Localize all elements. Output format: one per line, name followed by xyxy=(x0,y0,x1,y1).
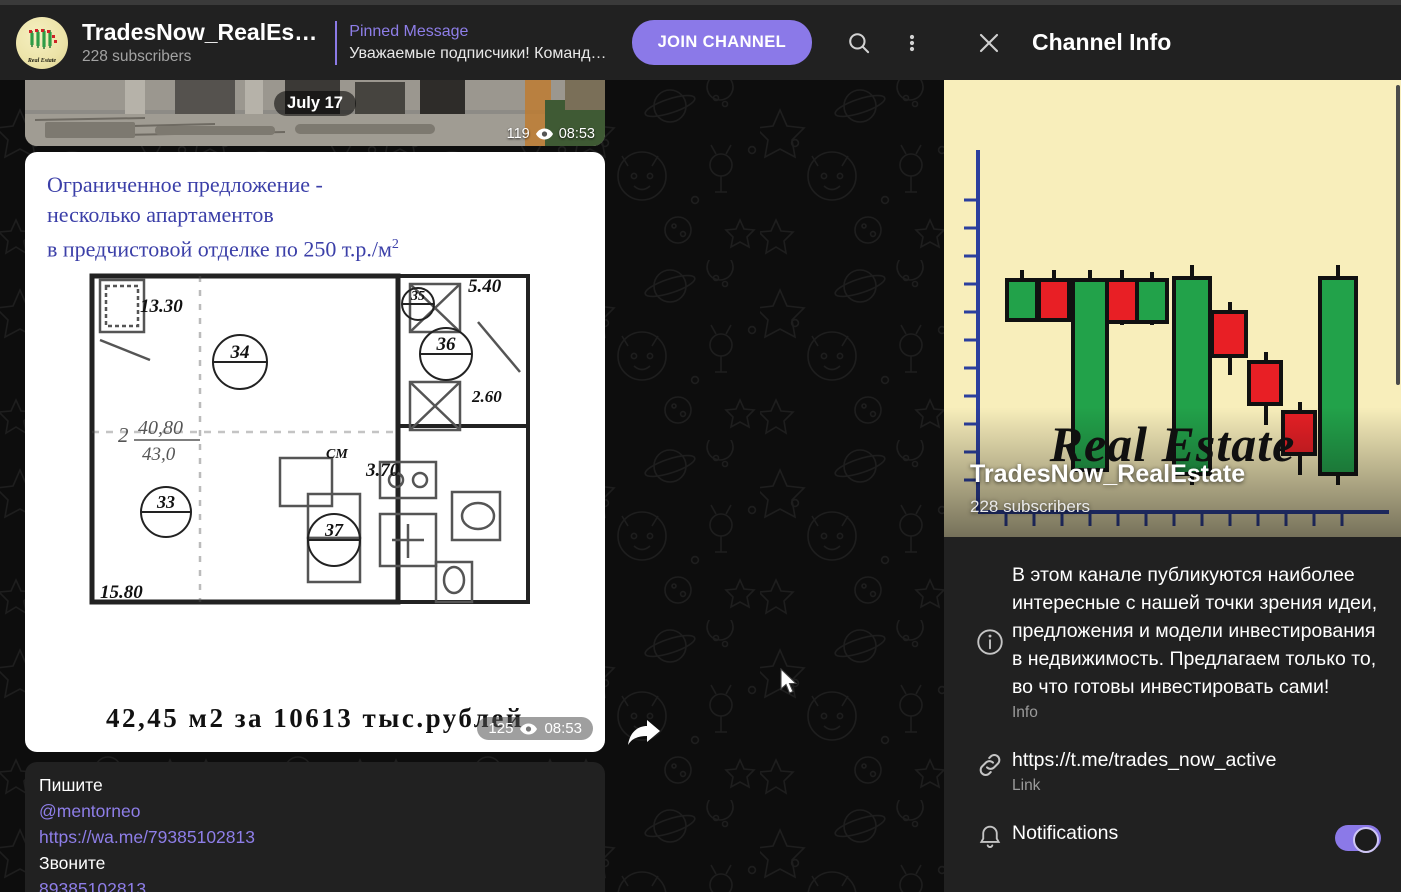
cover-channel-name: TradesNow_RealEstate xyxy=(970,460,1246,488)
mouse-cursor xyxy=(780,668,798,694)
offer-line-3: в предчистовой отделке по 250 т.р./м xyxy=(47,236,392,262)
floorplan-meta: 125 08:53 xyxy=(477,717,593,740)
eye-icon xyxy=(520,722,538,735)
link-icon xyxy=(968,746,1012,795)
view-count: 125 xyxy=(488,720,514,737)
area-bottom: 43,0 xyxy=(142,444,176,465)
more-options-icon[interactable] xyxy=(889,20,934,66)
pinned-message[interactable]: Pinned Message Уважаемые подписчики! Ком… xyxy=(335,20,614,65)
message-photo-construction[interactable]: July 17 119 08:53 xyxy=(25,80,605,146)
info-link-body: https://t.me/trades_now_active Link xyxy=(1012,746,1381,795)
info-row-about[interactable]: В этом канале публикуются наиболее интер… xyxy=(944,547,1401,732)
offer-line-2: несколько апартаментов xyxy=(47,202,274,227)
info-icon xyxy=(968,561,1012,722)
search-icon[interactable] xyxy=(836,20,881,66)
info-row-notifications[interactable]: Notifications xyxy=(944,805,1401,861)
dim-15-80: 15.80 xyxy=(100,582,143,603)
info-about-body: В этом канале публикуются наиболее интер… xyxy=(1012,561,1381,722)
forward-icon[interactable] xyxy=(622,712,666,756)
pinned-message-preview: Уважаемые подписчики! Команда … xyxy=(349,44,614,62)
dim-5-40: 5.40 xyxy=(468,276,502,297)
bell-icon xyxy=(968,819,1012,851)
message-floorplan-card[interactable]: Ограниченное предложение - несколько апа… xyxy=(25,152,605,752)
phone-link[interactable]: 89385102813 xyxy=(39,879,146,892)
join-channel-button[interactable]: JOIN CHANNEL xyxy=(631,20,813,65)
message-time: 08:53 xyxy=(558,126,595,142)
channel-description: В этом канале публикуются наиболее интер… xyxy=(1012,564,1378,698)
close-icon[interactable] xyxy=(972,26,1006,60)
channel-link[interactable]: https://t.me/trades_now_active xyxy=(1012,746,1381,774)
info-row-link[interactable]: https://t.me/trades_now_active Link xyxy=(944,732,1401,805)
info-panel-scrollbar[interactable] xyxy=(1396,85,1400,385)
room-34: 34 xyxy=(230,342,250,363)
room-33: 33 xyxy=(156,492,175,512)
message-contacts[interactable]: Пишите @mentorneo https://wa.me/79385102… xyxy=(25,762,605,892)
kitchen-mark: СМ xyxy=(326,447,348,462)
pinned-message-label: Pinned Message xyxy=(349,22,469,40)
channel-name[interactable]: TradesNow_RealEst… xyxy=(82,19,319,46)
chat-header-titles: TradesNow_RealEst… 228 subscribers xyxy=(82,19,319,67)
channel-info-panel: Channel Info TradesNow_RealEstate 228 su… xyxy=(944,5,1401,892)
chat-column: Real Estate TradesNow_RealEst… 228 subsc… xyxy=(0,5,944,892)
view-count: 119 xyxy=(506,126,530,142)
channel-info-header: Channel Info xyxy=(944,5,1401,80)
area-top: 40,80 xyxy=(138,417,183,439)
channel-info-title: Channel Info xyxy=(1032,29,1172,55)
offer-line-3-wrap: в предчистовой отделке по 250 т.р./м2 xyxy=(47,230,593,264)
photo-meta: 119 08:53 xyxy=(507,126,595,142)
room-37: 37 xyxy=(324,520,344,540)
channel-link-label: Link xyxy=(1012,777,1041,794)
notifications-toggle[interactable] xyxy=(1335,825,1381,853)
message-list[interactable]: July 17 119 08:53 Ограниченное предложен… xyxy=(0,80,944,892)
info-notifications-body: Notifications xyxy=(1012,819,1335,847)
channel-info-rows: В этом канале публикуются наиболее интер… xyxy=(944,537,1401,861)
chat-header: Real Estate TradesNow_RealEst… 228 subsc… xyxy=(0,5,944,80)
date-badge: July 17 xyxy=(274,91,356,116)
telegram-window: Real Estate TradesNow_RealEst… 228 subsc… xyxy=(0,0,1401,892)
mention-link[interactable]: @mentorneo xyxy=(39,801,140,821)
avatar-brand-label: Real Estate xyxy=(27,57,57,64)
avatar[interactable]: Real Estate xyxy=(16,16,68,69)
channel-description-label: Info xyxy=(1012,704,1038,721)
room-35: 35 xyxy=(410,289,425,304)
offer-line-1: Ограниченное предложение - xyxy=(47,172,323,197)
dim-3-70: 3.70 xyxy=(365,460,400,481)
message-time: 08:53 xyxy=(544,720,582,737)
offer-superscript: 2 xyxy=(391,237,399,252)
flat-number: 2 xyxy=(118,423,129,447)
offer-text: Ограниченное предложение - несколько апа… xyxy=(47,170,593,264)
dim-13-30: 13.30 xyxy=(140,296,183,317)
subscriber-count: 228 subscribers xyxy=(82,47,192,65)
floorplan-drawing: 34 33 36 37 35 13.30 15.80 5.40 2.60 3.7… xyxy=(80,262,570,662)
channel-cover-photo[interactable]: Real Estate TradesNow_RealEstate 228 sub… xyxy=(944,80,1401,537)
dim-2-60: 2.60 xyxy=(471,387,502,406)
whatsapp-link[interactable]: https://wa.me/79385102813 xyxy=(39,827,255,847)
room-36: 36 xyxy=(436,334,457,355)
eye-icon xyxy=(535,128,553,140)
text-line-zvonite: Звоните xyxy=(39,853,106,873)
text-line-pishite: Пишите xyxy=(39,775,103,795)
notifications-label: Notifications xyxy=(1012,822,1119,844)
cover-subscriber-count: 228 subscribers xyxy=(970,497,1091,516)
